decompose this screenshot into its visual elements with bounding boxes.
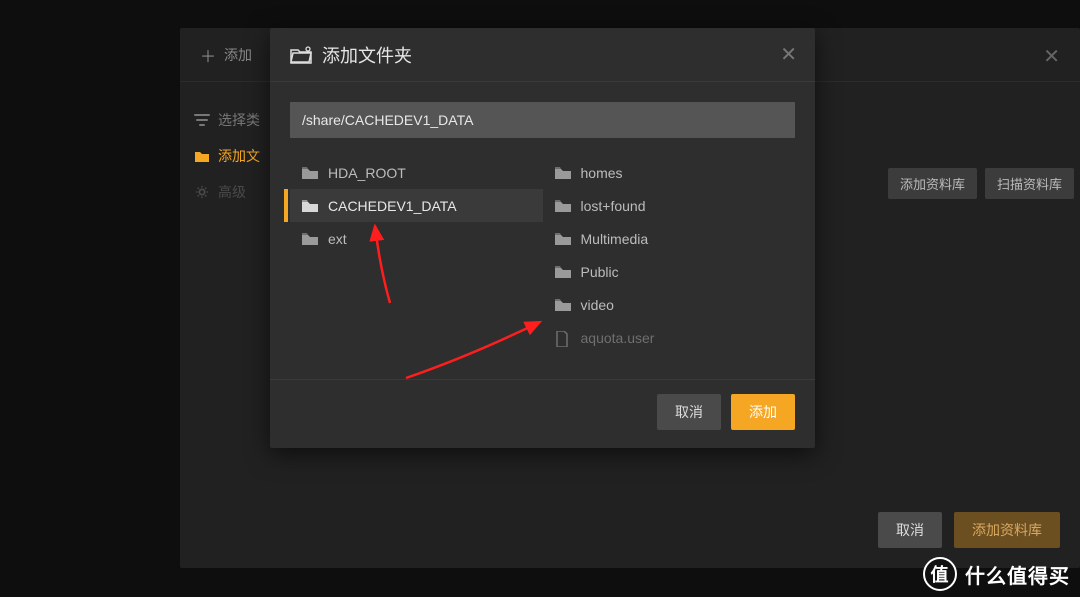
outer-confirm-button[interactable]: 添加资料库 bbox=[954, 512, 1060, 548]
folder-item[interactable]: Public bbox=[543, 255, 796, 288]
folder-item[interactable]: homes bbox=[543, 156, 796, 189]
folder-icon bbox=[555, 166, 571, 180]
folder-icon bbox=[194, 149, 210, 163]
sidebar-item-label: 选择类 bbox=[218, 110, 260, 130]
item-label: aquota.user bbox=[581, 330, 655, 346]
folder-icon bbox=[555, 232, 571, 246]
folder-item[interactable]: HDA_ROOT bbox=[290, 156, 543, 189]
folder-icon bbox=[555, 199, 571, 213]
folder-column-right: homes lost+found Multimedia Public video aquo… bbox=[543, 156, 796, 359]
folder-item[interactable]: CACHEDEV1_DATA bbox=[290, 189, 543, 222]
item-label: lost+found bbox=[581, 198, 646, 214]
folder-item[interactable]: lost+found bbox=[543, 189, 796, 222]
watermark-badge: 值 bbox=[923, 557, 957, 591]
close-icon[interactable]: ✕ bbox=[780, 42, 797, 67]
folder-item[interactable]: ext bbox=[290, 222, 543, 255]
item-label: Multimedia bbox=[581, 231, 649, 247]
file-icon bbox=[555, 331, 571, 345]
file-item: aquota.user bbox=[543, 321, 796, 354]
item-label: homes bbox=[581, 165, 623, 181]
folder-icon bbox=[555, 265, 571, 279]
folder-column-left: HDA_ROOT CACHEDEV1_DATAext bbox=[290, 156, 543, 359]
folder-browser: HDA_ROOT CACHEDEV1_DATAext homes lost+foun… bbox=[290, 156, 795, 359]
folder-icon bbox=[302, 232, 318, 246]
scan-library-button[interactable]: 扫描资料库 bbox=[985, 168, 1074, 199]
add-folder-dialog: 添加文件夹 ✕ HDA_ROOT CACHEDEV1_DATAext homes l… bbox=[270, 28, 815, 448]
filter-icon bbox=[194, 113, 210, 127]
path-input[interactable] bbox=[290, 102, 795, 138]
outer-cancel-button[interactable]: 取消 bbox=[878, 512, 942, 548]
outer-title: 添加 bbox=[224, 45, 252, 65]
sidebar-item-label: 高级 bbox=[218, 182, 246, 202]
watermark: 值 什么值得买 bbox=[923, 557, 1070, 591]
cancel-button[interactable]: 取消 bbox=[657, 394, 721, 430]
dialog-title: 添加文件夹 bbox=[322, 42, 412, 68]
item-label: video bbox=[581, 297, 614, 313]
sidebar-item-label: 添加文 bbox=[218, 146, 260, 166]
watermark-text: 什么值得买 bbox=[965, 560, 1070, 589]
folder-icon bbox=[302, 199, 318, 213]
gear-icon bbox=[194, 185, 210, 199]
add-library-button[interactable]: 添加资料库 bbox=[888, 168, 977, 199]
folder-open-icon bbox=[290, 46, 312, 64]
folder-item[interactable]: Multimedia bbox=[543, 222, 796, 255]
folder-icon bbox=[555, 298, 571, 312]
item-label: HDA_ROOT bbox=[328, 165, 406, 181]
plus-icon: ＋ bbox=[200, 43, 216, 67]
folder-icon bbox=[302, 166, 318, 180]
folder-item[interactable]: video bbox=[543, 288, 796, 321]
close-icon[interactable]: ✕ bbox=[1043, 44, 1060, 69]
add-button[interactable]: 添加 bbox=[731, 394, 795, 430]
item-label: CACHEDEV1_DATA bbox=[328, 198, 457, 214]
item-label: Public bbox=[581, 264, 619, 280]
item-label: ext bbox=[328, 231, 347, 247]
